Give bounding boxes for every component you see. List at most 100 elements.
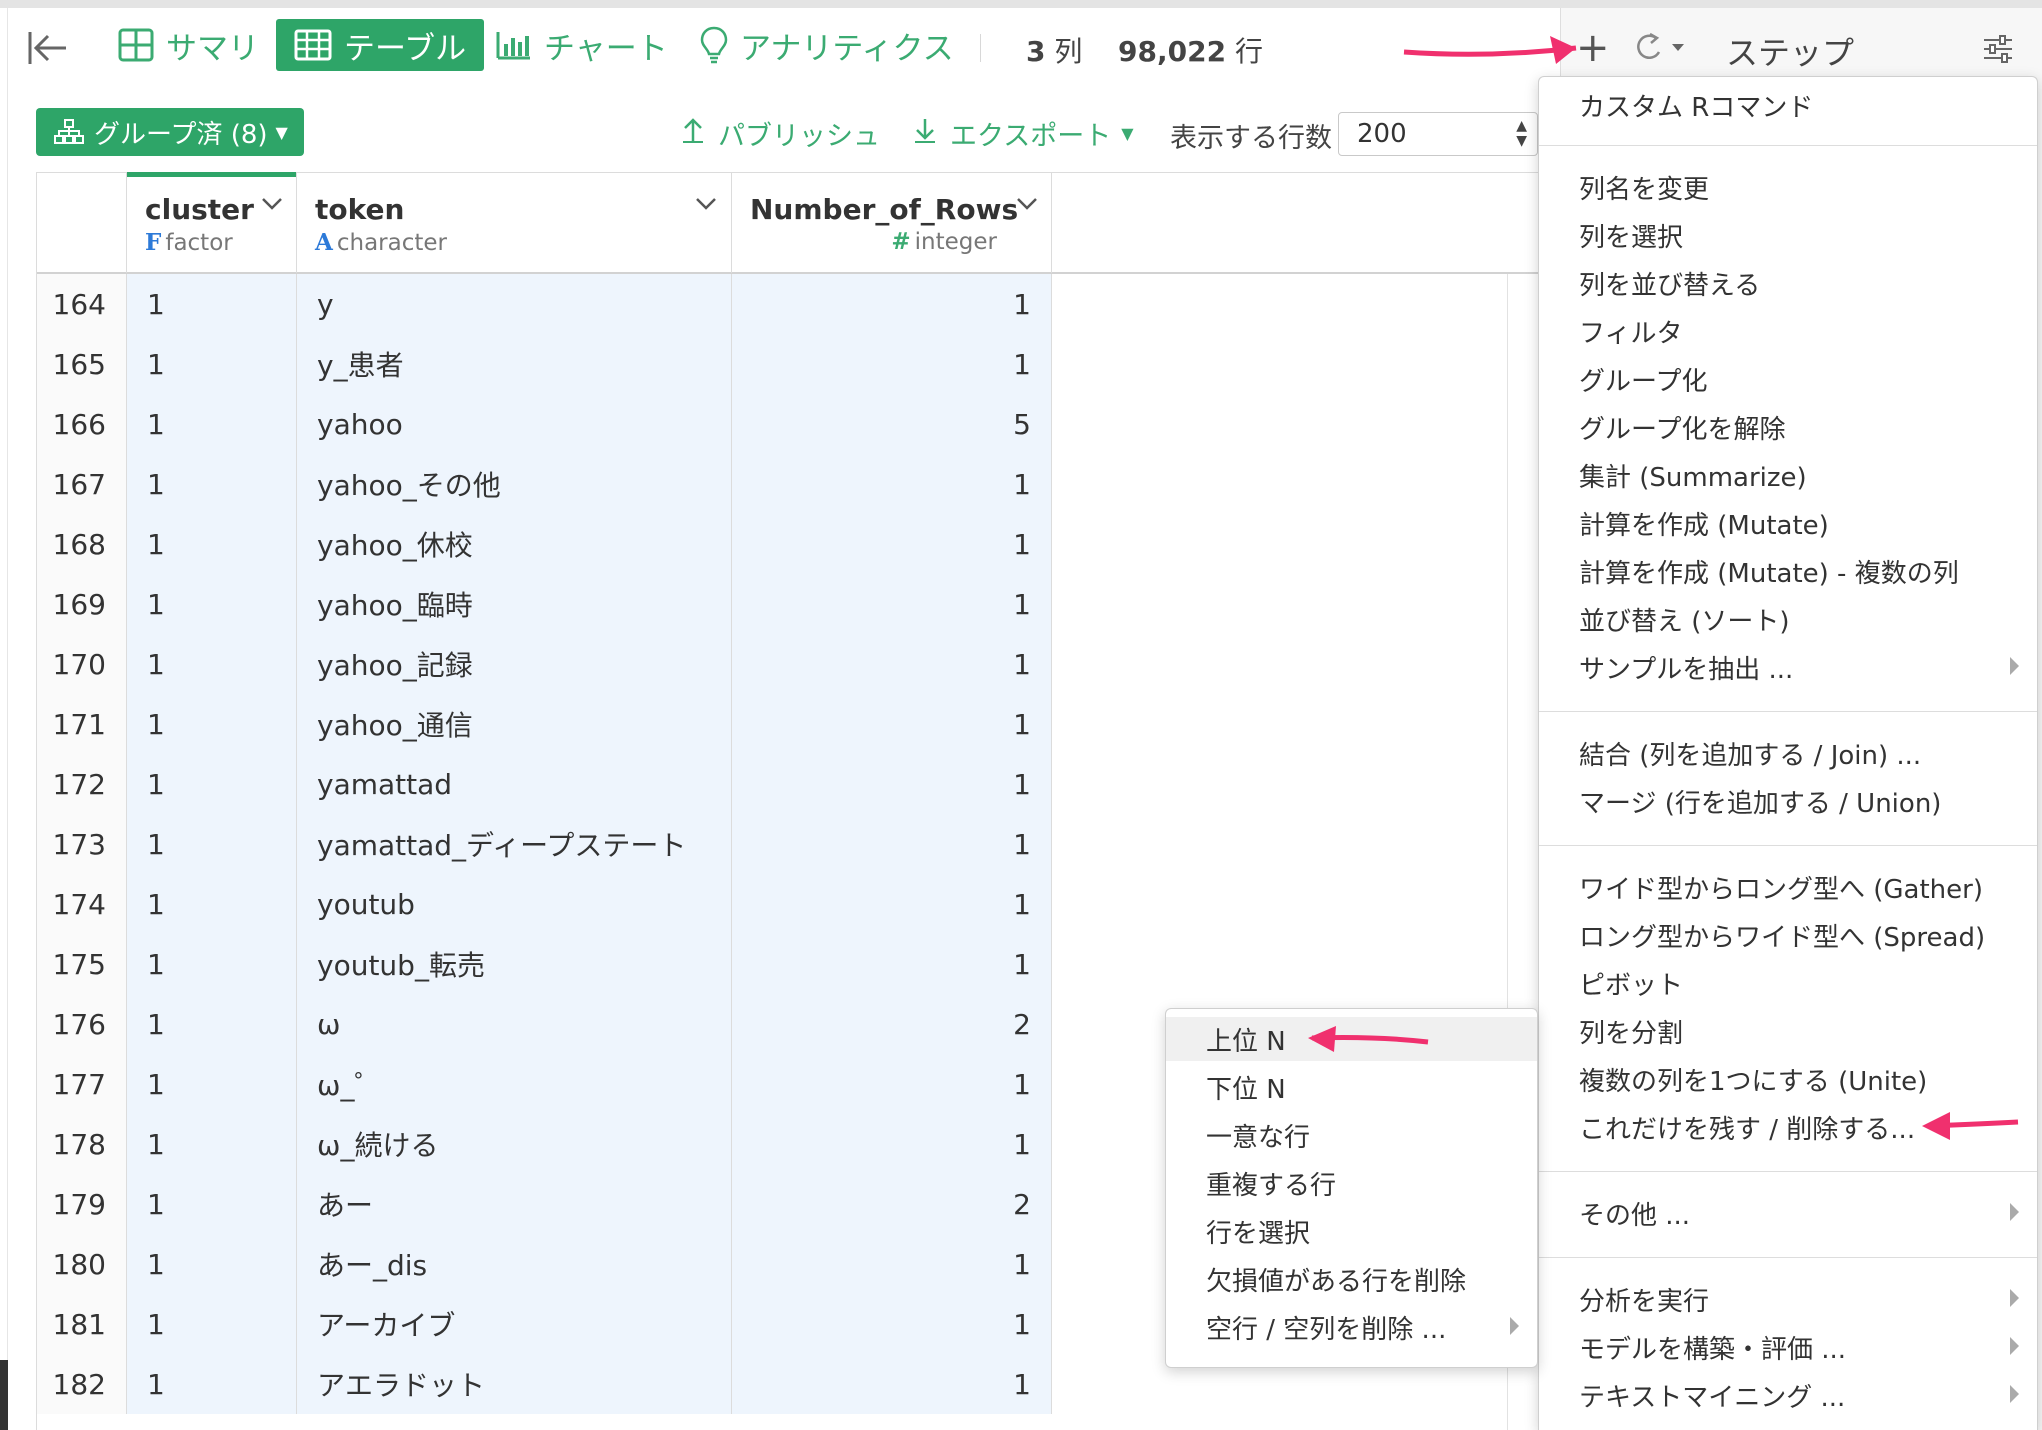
table-row[interactable]: 175 1 youtub_転売 1 bbox=[37, 934, 1052, 994]
rows-to-show-select[interactable]: 200 ▲ ▼ bbox=[1338, 112, 1538, 156]
menu-item[interactable]: 結合 (列を追加する / Join) ... bbox=[1539, 731, 2037, 775]
token-cell: あー_dis bbox=[297, 1234, 732, 1294]
menu-item[interactable]: ワイド型からロング型へ (Gather) bbox=[1539, 865, 2037, 909]
tab-analytics[interactable]: アナリティクス bbox=[700, 19, 954, 71]
menu-item[interactable]: グループ化 bbox=[1539, 357, 2037, 401]
publish-label: パブリッシュ bbox=[718, 121, 880, 152]
plus-icon[interactable]: + bbox=[1576, 26, 1610, 70]
table-row[interactable]: 181 1 アーカイブ 1 bbox=[37, 1294, 1052, 1354]
row-index-cell: 173 bbox=[37, 814, 127, 874]
submenu-item-label: 重複する行 bbox=[1206, 1170, 1337, 1201]
menu-item[interactable]: 集計 (Summarize) bbox=[1539, 453, 2037, 497]
menu-item-other[interactable]: その他 ... bbox=[1539, 1191, 2037, 1235]
table-row[interactable]: 171 1 yahoo_通信 1 bbox=[37, 694, 1052, 754]
table-row[interactable]: 174 1 youtub 1 bbox=[37, 874, 1052, 934]
table-row[interactable]: 172 1 yamattad 1 bbox=[37, 754, 1052, 814]
table-row[interactable]: 173 1 yamattad_ディープステート 1 bbox=[37, 814, 1052, 874]
cluster-cell: 1 bbox=[127, 334, 297, 394]
summary-grid-icon bbox=[118, 28, 154, 62]
token-cell: youtub bbox=[297, 874, 732, 934]
publish-button[interactable]: パブリッシュ bbox=[682, 114, 880, 153]
menu-item[interactable]: ロング型からワイド型へ (Spread) bbox=[1539, 913, 2037, 957]
menu-item-custom-r[interactable]: カスタム Rコマンド bbox=[1539, 83, 2037, 127]
menu-item[interactable]: 複数の列を1つにする (Unite) bbox=[1539, 1057, 2037, 1101]
menu-item[interactable]: 計算を作成 (Mutate) bbox=[1539, 501, 2037, 545]
export-button[interactable]: エクスポート ▼ bbox=[914, 114, 1134, 153]
grouped-button[interactable]: グループ済 (8) ▼ bbox=[36, 108, 304, 156]
submenu-item[interactable]: 下位 N bbox=[1166, 1065, 1537, 1109]
tab-summary[interactable]: サマリ bbox=[118, 19, 259, 71]
cluster-cell: 1 bbox=[127, 394, 297, 454]
number-of-rows-cell: 1 bbox=[732, 1054, 1052, 1114]
add-step-menu: カスタム Rコマンド列名を変更列を選択 列を並び替える フィルタ グループ化 グループ化… bbox=[1538, 76, 2038, 1430]
annotation-arrow-icon bbox=[1308, 1026, 1429, 1052]
table-row[interactable]: 167 1 yahoo_その他 1 bbox=[37, 454, 1052, 514]
table-row[interactable]: 164 1 y 1 bbox=[37, 274, 1052, 334]
submenu-item[interactable]: 欠損値がある行を削除 bbox=[1166, 1257, 1537, 1301]
submenu-item-label: 一意な行 bbox=[1206, 1122, 1311, 1153]
tab-table[interactable]: テーブル bbox=[276, 19, 485, 71]
cluster-cell: 1 bbox=[127, 994, 297, 1054]
rows-to-show-value: 200 bbox=[1357, 119, 1407, 149]
number-of-rows-cell: 2 bbox=[732, 994, 1052, 1054]
table-row[interactable]: 165 1 y_患者 1 bbox=[37, 334, 1052, 394]
submenu-item[interactable]: 重複する行 bbox=[1166, 1161, 1537, 1205]
table-row[interactable]: 177 1 ω_゜ 1 bbox=[37, 1054, 1052, 1114]
menu-item[interactable]: 列名を変更 bbox=[1539, 165, 2037, 209]
submenu-item[interactable]: 空行 / 空列を削除 ... bbox=[1166, 1305, 1537, 1349]
menu-item[interactable]: グループ化を解除 bbox=[1539, 405, 2037, 449]
token-cell: yahoo_その他 bbox=[297, 454, 732, 514]
chevron-down-icon[interactable] bbox=[695, 197, 717, 211]
table-row[interactable]: 168 1 yahoo_休校 1 bbox=[37, 514, 1052, 574]
column-header-token[interactable]: token Acharacter bbox=[297, 173, 732, 273]
column-type: # integer bbox=[891, 229, 997, 255]
menu-item[interactable]: テキストマイニング ... bbox=[1539, 1373, 2037, 1417]
menu-item[interactable]: モデルを構築・評価 ... bbox=[1539, 1325, 2037, 1369]
menu-item-label: その他 ... bbox=[1579, 1200, 1691, 1231]
menu-item[interactable]: サンプルを抽出 ... bbox=[1539, 645, 2037, 689]
token-cell: yahoo_記録 bbox=[297, 634, 732, 694]
submenu-item[interactable]: 行を選択 bbox=[1166, 1209, 1537, 1253]
submenu-item-label: 上位 N bbox=[1206, 1026, 1286, 1057]
sliders-icon[interactable] bbox=[1982, 34, 2014, 64]
number-of-rows-cell: 1 bbox=[732, 454, 1052, 514]
cluster-cell: 1 bbox=[127, 694, 297, 754]
number-of-rows-cell: 1 bbox=[732, 634, 1052, 694]
table-row[interactable]: 176 1 ω 2 bbox=[37, 994, 1052, 1054]
row-index-cell: 164 bbox=[37, 274, 127, 334]
submenu-arrow-icon bbox=[2010, 1203, 2019, 1221]
menu-item[interactable]: マージ (行を追加する / Union) bbox=[1539, 779, 2037, 823]
collapse-left-icon[interactable] bbox=[26, 26, 70, 70]
menu-item[interactable]: 計算を作成 (Mutate) - 複数の列 bbox=[1539, 549, 2037, 593]
table-row[interactable]: 178 1 ω_続ける 1 bbox=[37, 1114, 1052, 1174]
tab-chart[interactable]: チャート bbox=[496, 19, 668, 71]
table-row[interactable]: 182 1 アエラドット 1 bbox=[37, 1354, 1052, 1414]
menu-item-label: 列名を変更 bbox=[1579, 174, 1710, 205]
table-row[interactable]: 179 1 あー 2 bbox=[37, 1174, 1052, 1234]
menu-item[interactable]: 列を分割 bbox=[1539, 1009, 2037, 1053]
table-row[interactable]: 170 1 yahoo_記録 1 bbox=[37, 634, 1052, 694]
menu-item[interactable]: ピボット bbox=[1539, 961, 2037, 1005]
token-cell: yahoo bbox=[297, 394, 732, 454]
menu-item[interactable]: 列を選択 bbox=[1539, 213, 2037, 257]
menu-item-label: 計算を作成 (Mutate) bbox=[1579, 510, 1829, 541]
table-row[interactable]: 180 1 あー_dis 1 bbox=[37, 1234, 1052, 1294]
menu-item[interactable]: 分析を実行 bbox=[1539, 1277, 2037, 1321]
refresh-icon[interactable] bbox=[1630, 30, 1690, 66]
menu-item[interactable]: 列を並び替える bbox=[1539, 261, 2037, 305]
table-row[interactable]: 169 1 yahoo_臨時 1 bbox=[37, 574, 1052, 634]
menu-item[interactable]: フィルタ bbox=[1539, 309, 2037, 353]
table-row[interactable]: 166 1 yahoo 5 bbox=[37, 394, 1052, 454]
header-index-cell bbox=[37, 173, 127, 273]
chevron-down-icon[interactable] bbox=[261, 197, 283, 211]
column-header-cluster[interactable]: cluster Ffactor bbox=[127, 172, 297, 273]
submenu-item[interactable]: 一意な行 bbox=[1166, 1113, 1537, 1157]
menu-item[interactable]: 並び替え (ソート) bbox=[1539, 597, 2037, 641]
column-header-number-of-rows[interactable]: Number_of_Rows # integer bbox=[732, 173, 1052, 273]
column-name: token bbox=[315, 193, 405, 226]
chevron-down-icon[interactable] bbox=[1016, 197, 1038, 211]
menu-item-label: サンプルを抽出 ... bbox=[1579, 654, 1794, 685]
number-of-rows-cell: 1 bbox=[732, 754, 1052, 814]
row-index-cell: 174 bbox=[37, 874, 127, 934]
row-index-cell: 177 bbox=[37, 1054, 127, 1114]
